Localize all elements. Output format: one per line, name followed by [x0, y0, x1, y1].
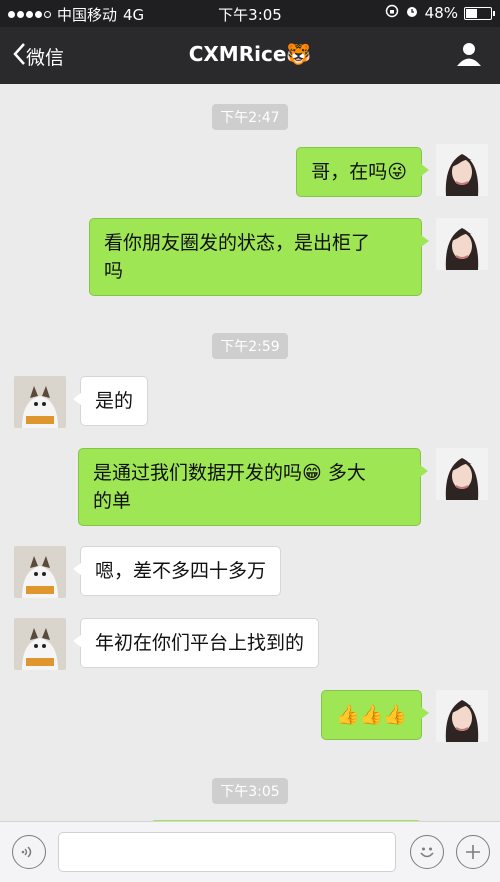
message-text: 哥，在吗😜	[311, 161, 407, 183]
message-text: 吗	[104, 260, 124, 282]
more-button[interactable]	[456, 835, 490, 869]
my-avatar[interactable]	[436, 690, 488, 742]
rotation-lock-icon	[385, 4, 399, 22]
chat-title: CXMRice🐯	[188, 42, 312, 66]
message-bubble-received[interactable]: 是的	[72, 376, 149, 426]
timestamp-label: 下午3:05	[212, 778, 288, 804]
message-bubble-sent[interactable]: 看你朋友圈发的状态，是出柜了 吗	[89, 218, 429, 296]
contact-avatar[interactable]	[14, 376, 66, 428]
message-bubble-sent[interactable]: 是通过我们数据开发的吗😁 多大 的单	[78, 448, 428, 526]
message-text: 的单	[93, 490, 132, 512]
battery-icon	[464, 6, 495, 20]
contact-avatar[interactable]	[14, 618, 66, 670]
message-input[interactable]	[58, 832, 396, 872]
battery-percent: 48%	[424, 4, 458, 22]
my-avatar[interactable]	[436, 448, 488, 500]
timestamp: 下午2:59	[0, 333, 500, 359]
message-text: 年初在你们平台上找到的	[95, 632, 305, 654]
message-bubble-sent[interactable]: 哥，在吗😜	[296, 147, 429, 197]
nav-bar: 微信 CXMRice🐯	[0, 27, 500, 84]
timestamp-label: 下午2:59	[212, 333, 288, 359]
message-text: 是的	[95, 390, 134, 412]
message-bubble-received[interactable]: 年初在你们平台上找到的	[72, 618, 320, 668]
message-text: 👍👍👍	[336, 704, 407, 726]
status-right: 48%	[385, 4, 495, 22]
message-text: 嗯，差不多四十多万	[95, 560, 267, 582]
alarm-icon	[405, 4, 419, 22]
voice-button[interactable]	[12, 835, 46, 869]
my-avatar[interactable]	[436, 144, 488, 196]
timestamp-label: 下午2:47	[212, 104, 288, 130]
timestamp: 下午2:47	[0, 104, 500, 130]
smiley-icon	[420, 847, 434, 858]
contact-avatar[interactable]	[14, 546, 66, 598]
plus-icon	[466, 845, 480, 859]
person-icon	[457, 43, 481, 66]
input-bar	[0, 821, 500, 882]
message-bubble-sent[interactable]: 👍👍👍	[321, 690, 429, 740]
my-avatar[interactable]	[436, 218, 488, 270]
message-text: 是通过我们数据开发的吗😁 多大	[93, 462, 366, 484]
chat-area[interactable]: 下午2:47 哥，在吗😜 看你朋友圈发的状态，是出柜了 吗 下午2:59 是的 …	[0, 84, 500, 826]
timestamp: 下午3:05	[0, 778, 500, 804]
status-bar: 中国移动 4G 下午3:05 48%	[0, 0, 500, 27]
profile-button[interactable]	[456, 41, 482, 71]
voice-icon	[21, 846, 32, 858]
message-bubble-received[interactable]: 嗯，差不多四十多万	[72, 546, 282, 596]
message-text: 看你朋友圈发的状态，是出柜了	[104, 232, 371, 254]
emoji-button[interactable]	[410, 835, 444, 869]
